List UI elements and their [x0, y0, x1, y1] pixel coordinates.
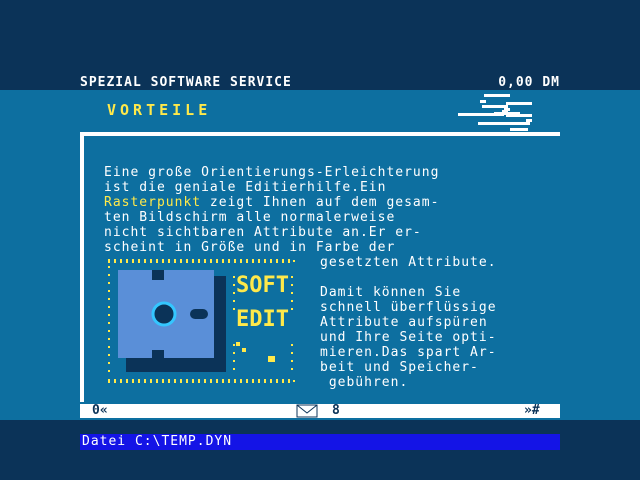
body-line-3-rest: zeigt Ihnen auf dem gesam-: [201, 195, 440, 210]
sss-logo-icon: [458, 94, 532, 131]
page-first-button[interactable]: 0«: [92, 403, 108, 418]
app-title: SPEZIAL SOFTWARE SERVICE: [80, 74, 292, 90]
diskette-illustration: SOFT EDIT: [108, 259, 295, 383]
side-line-7: beit und Speicher-: [320, 360, 479, 375]
body-line-5: nicht sichtbaren Attribute an.Er er-: [104, 225, 422, 240]
side-line-8: gebühren.: [320, 375, 409, 390]
body-line-4: ten Bildschirm alle normalerweise: [104, 210, 396, 225]
file-bar: Datei C:\TEMP.DYN: [80, 434, 560, 450]
body-line-2: ist die geniale Editierhilfe.Ein: [104, 180, 387, 195]
side-line-2: Damit können Sie: [320, 285, 462, 300]
envelope-icon[interactable]: [296, 404, 318, 418]
illustration-soft-label: SOFT: [236, 273, 289, 298]
page-number: 8: [332, 403, 340, 418]
page-last-button[interactable]: »#: [524, 403, 540, 418]
body-line-6: scheint in Größe und in Farbe der: [104, 240, 396, 255]
side-line-5: und Ihre Seite opti-: [320, 330, 497, 345]
body-line-3: Rasterpunkt zeigt Ihnen auf dem gesam-: [104, 195, 439, 210]
highlight-word: Rasterpunkt: [104, 195, 202, 210]
side-line-1: gesetzten Attribute.: [320, 255, 497, 270]
section-title: VORTEILE: [107, 101, 212, 119]
side-line-6: mieren.Das spart Ar-: [320, 345, 497, 360]
price-display: 0,00 DM: [498, 74, 560, 90]
status-bar: 0« 8 »#: [80, 403, 560, 418]
illustration-edit-label: EDIT: [236, 307, 289, 332]
body-line-1: Eine große Orientierungs-Erleichterung: [104, 165, 440, 180]
top-bar: SPEZIAL SOFTWARE SERVICE 0,00 DM: [80, 74, 560, 90]
side-line-4: Attribute aufspüren: [320, 315, 488, 330]
file-label: Datei C:\TEMP.DYN: [82, 434, 233, 449]
side-line-3: schnell überflüssige: [320, 300, 497, 315]
